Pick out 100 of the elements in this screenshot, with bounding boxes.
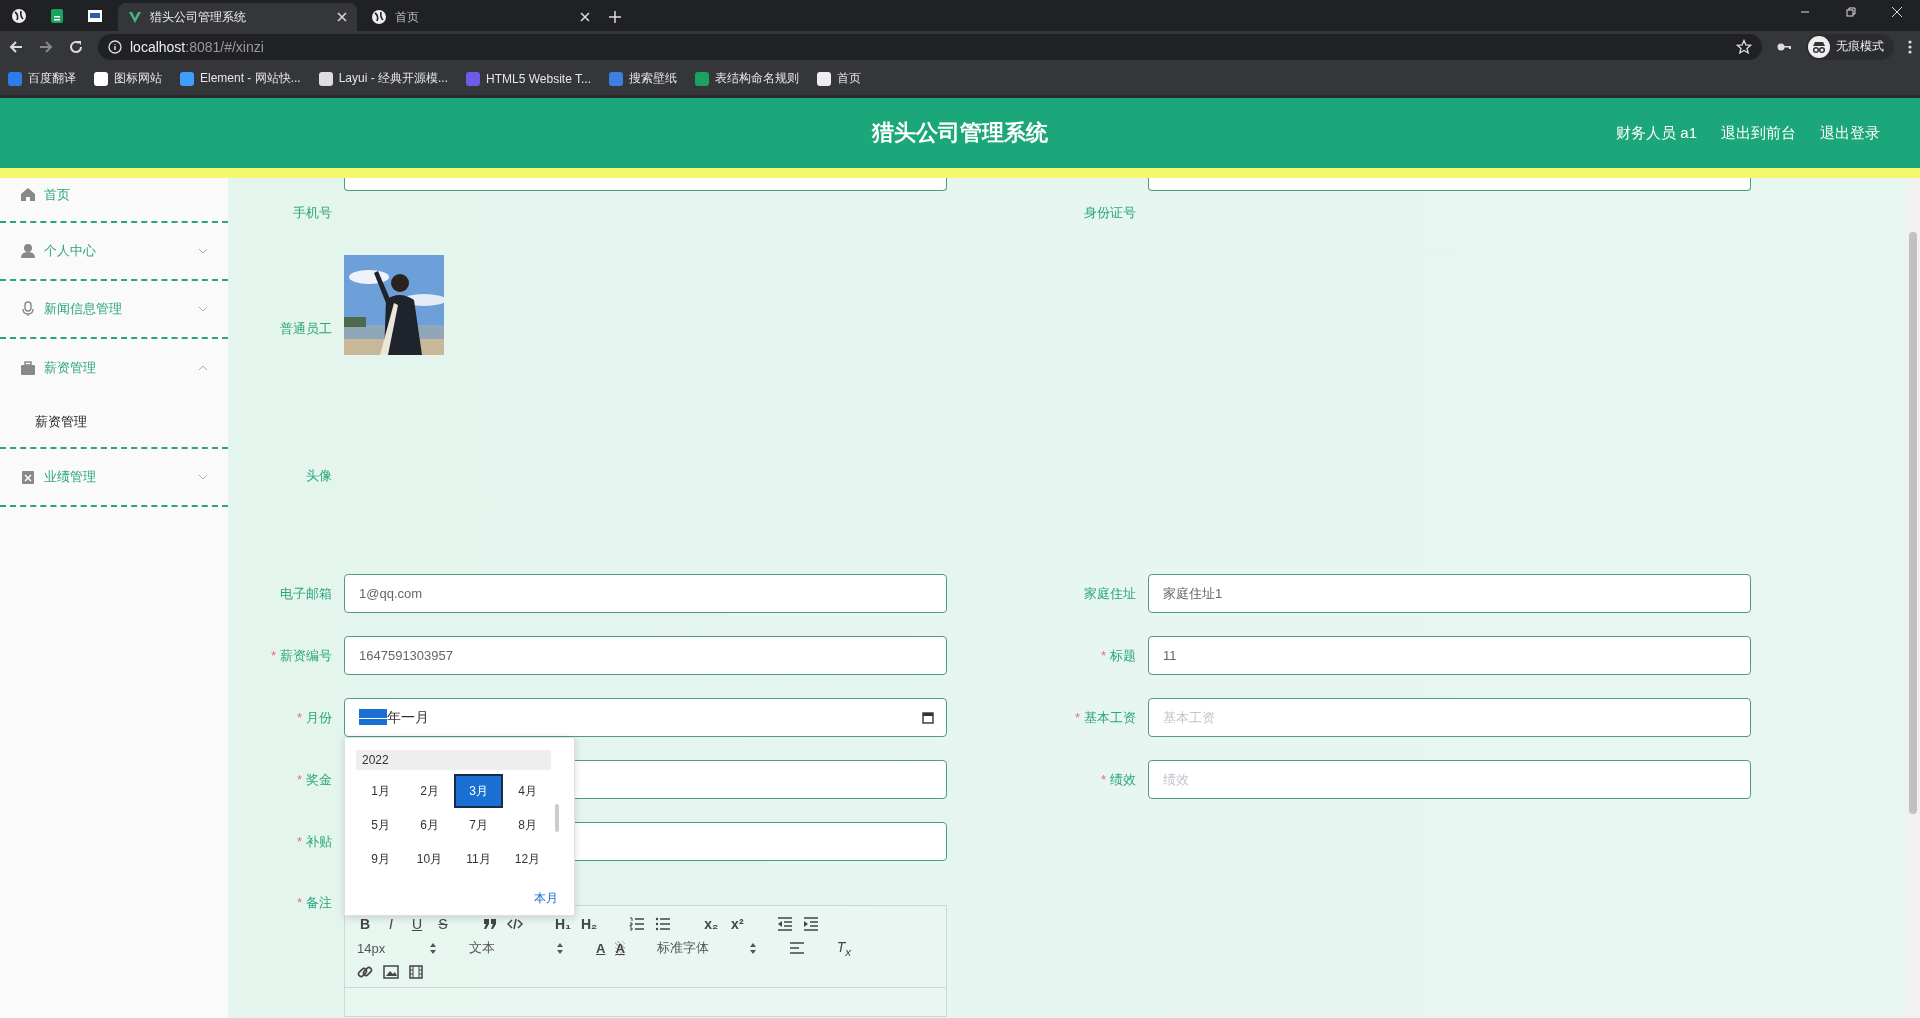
bookmark[interactable]: 首页 — [817, 70, 861, 87]
date-text[interactable]: 年一月 — [387, 708, 429, 725]
date-field[interactable]: ——年一月 — [344, 698, 947, 737]
field-label: 头像 — [305, 467, 332, 485]
video-icon[interactable] — [409, 965, 423, 979]
input-field[interactable]: 家庭住址1 — [1148, 574, 1751, 613]
required-mark: * — [296, 833, 302, 849]
calendar-icon[interactable] — [922, 711, 934, 724]
new-tab-icon[interactable] — [609, 11, 621, 23]
input-field[interactable]: 基本工资 — [1148, 698, 1751, 737]
close-icon[interactable] — [337, 12, 347, 22]
editor-select[interactable]: 文本 — [469, 939, 564, 957]
scrollbar-thumb[interactable] — [1909, 232, 1917, 814]
text-color-button[interactable]: A — [596, 940, 606, 956]
restore-icon[interactable] — [1846, 7, 1856, 17]
microphone-icon — [20, 301, 36, 317]
background-color-button[interactable]: A — [615, 940, 625, 956]
sort-icon — [748, 941, 757, 955]
bookmark[interactable]: Element - 网站快... — [180, 70, 301, 87]
align-icon[interactable] — [788, 942, 805, 954]
indent-icon[interactable] — [803, 917, 820, 931]
more-icon[interactable] — [1908, 38, 1912, 55]
clear-format-button[interactable]: T$_{x}$ — [836, 938, 852, 958]
quote-icon[interactable] — [483, 918, 497, 930]
month-option[interactable]: 11月 — [454, 842, 503, 876]
scrollbar[interactable] — [1906, 178, 1920, 1018]
star-icon[interactable] — [1736, 38, 1752, 55]
bookmark[interactable]: 表结构命名规则 — [695, 70, 799, 87]
selected-date-segment[interactable]: —— — [359, 708, 387, 725]
image-icon[interactable] — [383, 965, 399, 979]
field-label: 备注 — [306, 895, 332, 910]
browser-tab[interactable]: 首页 — [361, 3, 600, 31]
site-icon[interactable] — [87, 7, 103, 24]
input-field[interactable]: 绩效 — [1148, 760, 1751, 799]
format-button[interactable]: B — [357, 916, 373, 932]
heading-button[interactable]: H₂ — [581, 916, 598, 932]
required-mark: * — [1100, 771, 1106, 787]
bullet-list-icon[interactable] — [655, 917, 672, 931]
ordered-list-icon[interactable] — [629, 917, 646, 931]
input-field[interactable] — [1148, 178, 1751, 191]
month-option[interactable]: 12月 — [503, 842, 552, 876]
rich-text-editor[interactable]: B I U S H₁ H₂ x₂ x² 14px 文本 A A 标准字体 T$_{x}$ — [344, 905, 947, 1017]
heading-button[interactable]: H₁ — [555, 916, 571, 932]
reload-icon[interactable] — [68, 38, 84, 55]
month-option[interactable]: 9月 — [356, 842, 405, 876]
required-mark: * — [1074, 709, 1080, 725]
outdent-icon[interactable] — [777, 917, 794, 931]
format-button[interactable]: U — [409, 916, 425, 932]
bookmark[interactable]: 百度翻译 — [8, 70, 76, 87]
format-button[interactable]: S — [435, 916, 451, 932]
input-field[interactable]: 11 — [1148, 636, 1751, 675]
field-label: 奖金 — [306, 771, 332, 787]
input-field[interactable]: 1647591303957 — [344, 636, 947, 675]
month-option[interactable]: 3月 — [454, 774, 503, 808]
bookmark[interactable]: HTML5 Website T... — [466, 71, 591, 86]
home-icon — [20, 186, 36, 202]
globe-icon[interactable] — [11, 7, 27, 24]
sort-icon — [556, 941, 564, 955]
back-icon[interactable] — [8, 38, 24, 55]
field-label: 电子邮箱 — [279, 584, 332, 603]
briefcase-icon — [20, 360, 36, 376]
app-title: 猎头公司管理系统 — [872, 119, 1048, 147]
this-month-link[interactable]: 本月 — [356, 890, 564, 907]
month-option[interactable]: 1月 — [356, 774, 405, 808]
forward-icon[interactable] — [38, 38, 54, 55]
input-field[interactable]: 1@qq.com — [344, 574, 947, 613]
field-label: 普通员工 — [279, 320, 332, 338]
bookmark[interactable]: 图标网站 — [94, 70, 162, 87]
bookmark[interactable]: 搜索壁纸 — [609, 70, 677, 87]
profile-chip[interactable]: 无痕模式 — [1806, 33, 1894, 60]
input-field[interactable] — [344, 178, 947, 191]
link-icon[interactable] — [357, 964, 373, 980]
month-option[interactable]: 8月 — [503, 808, 552, 842]
field-label: 家庭住址 — [1083, 584, 1136, 603]
field-label: 绩效 — [1110, 771, 1136, 787]
scrollbar-thumb[interactable] — [555, 804, 559, 832]
editor-select[interactable]: 标准字体 — [656, 939, 757, 957]
editor-select[interactable]: 14px — [357, 940, 437, 956]
code-icon[interactable] — [507, 918, 523, 930]
sidebar-subitem[interactable]: 薪资管理 — [0, 397, 228, 447]
month-option[interactable]: 4月 — [503, 774, 552, 808]
month-option[interactable]: 5月 — [356, 808, 405, 842]
address-text[interactable]: localhost:8081/#/xinzi — [130, 38, 264, 55]
month-option[interactable]: 2月 — [405, 774, 454, 808]
month-option[interactable]: 10月 — [405, 842, 454, 876]
sheet-icon[interactable] — [49, 7, 65, 24]
sort-icon — [429, 941, 437, 955]
close-icon[interactable] — [580, 12, 590, 22]
script-button[interactable]: x² — [729, 916, 746, 932]
bookmark[interactable]: Layui - 经典开源模... — [318, 70, 449, 87]
script-button[interactable]: x₂ — [703, 916, 720, 932]
browser-tab[interactable]: 猎头公司管理系统 — [118, 3, 357, 31]
required-mark: * — [296, 895, 302, 910]
month-option[interactable]: 7月 — [454, 808, 503, 842]
format-button[interactable]: I — [383, 916, 399, 932]
year-header[interactable]: 2022 — [356, 750, 551, 770]
close-icon[interactable] — [1892, 7, 1902, 17]
required-mark: * — [296, 771, 302, 787]
field-label: 标题 — [1110, 647, 1136, 663]
month-option[interactable]: 6月 — [405, 808, 454, 842]
